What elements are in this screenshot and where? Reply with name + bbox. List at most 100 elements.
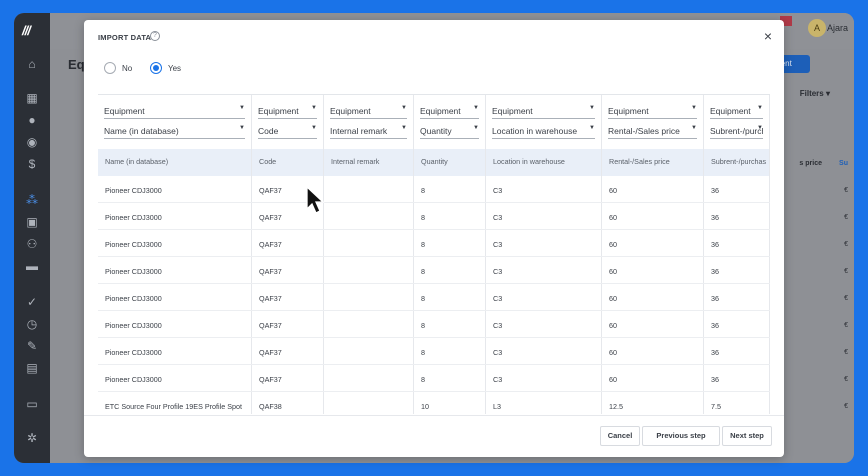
table-cell[interactable]: 8 xyxy=(421,348,425,357)
entity-select[interactable]: Equipment ▼ xyxy=(104,103,245,119)
entity-select[interactable]: Equipment ▼ xyxy=(330,103,407,119)
table-cell[interactable]: C3 xyxy=(493,267,502,276)
field-select[interactable]: Name (in database) ▼ xyxy=(104,123,245,139)
table-cell[interactable]: Pioneer CDJ3000 xyxy=(105,267,162,276)
table-cell[interactable]: C3 xyxy=(493,240,502,249)
field-select[interactable]: Code ▼ xyxy=(258,123,317,139)
table-cell[interactable]: Pioneer CDJ3000 xyxy=(105,321,162,330)
table-cell[interactable]: QAF37 xyxy=(259,294,282,303)
table-cell[interactable]: 60 xyxy=(609,348,617,357)
table-cell[interactable]: C3 xyxy=(493,375,502,384)
filters-button[interactable]: Filters ▾ xyxy=(800,89,830,98)
field-select[interactable]: Rental-/Sales price ▼ xyxy=(608,123,697,139)
gear-icon[interactable]: ✲ xyxy=(25,431,39,445)
table-cell[interactable]: Pioneer CDJ3000 xyxy=(105,294,162,303)
table-cell[interactable]: 36 xyxy=(711,213,719,222)
table-cell[interactable]: 8 xyxy=(421,321,425,330)
entity-select[interactable]: Equipment ▼ xyxy=(258,103,317,119)
table-cell[interactable]: 8 xyxy=(421,186,425,195)
table-cell[interactable]: 8 xyxy=(421,267,425,276)
table-cell[interactable]: QAF38 xyxy=(259,402,282,411)
table-cell[interactable]: QAF37 xyxy=(259,321,282,330)
message-icon[interactable]: ▭ xyxy=(25,397,39,411)
table-cell[interactable]: Pioneer CDJ3000 xyxy=(105,213,162,222)
field-select-value: Internal remark xyxy=(330,126,388,136)
entity-select[interactable]: Equipment ▼ xyxy=(492,103,595,119)
wrench-icon[interactable]: ✎ xyxy=(25,339,39,353)
table-cell[interactable]: 36 xyxy=(711,186,719,195)
table-row xyxy=(98,257,770,284)
chevron-down-icon: ▼ xyxy=(473,125,479,131)
radio-no-circle[interactable] xyxy=(104,62,116,74)
radio-no[interactable]: No xyxy=(104,62,132,74)
table-cell[interactable]: 8 xyxy=(421,375,425,384)
table-cell[interactable]: ETC Source Four Profile 19ES Profile Spo… xyxy=(105,402,242,411)
people-icon[interactable]: ⚇ xyxy=(25,237,39,251)
table-cell[interactable]: 60 xyxy=(609,186,617,195)
user-name[interactable]: Ajara xyxy=(827,23,848,33)
table-cell[interactable]: 36 xyxy=(711,375,719,384)
money-icon[interactable]: $ xyxy=(25,157,39,171)
contact-card-icon[interactable]: ▣ xyxy=(25,215,39,229)
previous-step-button[interactable]: Previous step xyxy=(642,426,720,446)
table-cell[interactable]: 8 xyxy=(421,213,425,222)
boxes-icon[interactable]: ⁂ xyxy=(25,193,39,207)
table-cell[interactable]: Pioneer CDJ3000 xyxy=(105,186,162,195)
table-cell[interactable]: L3 xyxy=(493,402,501,411)
field-select[interactable]: Subrent-/purch ▼ xyxy=(710,123,763,139)
cancel-button[interactable]: Cancel xyxy=(600,426,640,446)
field-select[interactable]: Location in warehouse ▼ xyxy=(492,123,595,139)
table-cell[interactable]: 36 xyxy=(711,348,719,357)
entity-select-value: Equipment xyxy=(710,106,751,116)
calendar-icon[interactable]: ▦ xyxy=(25,91,39,105)
table-cell[interactable]: Pioneer CDJ3000 xyxy=(105,375,162,384)
table-cell[interactable]: QAF37 xyxy=(259,348,282,357)
table-cell[interactable]: QAF37 xyxy=(259,375,282,384)
table-cell[interactable]: QAF37 xyxy=(259,267,282,276)
table-cell[interactable]: 60 xyxy=(609,267,617,276)
table-cell[interactable]: 36 xyxy=(711,321,719,330)
table-cell[interactable]: 12.5 xyxy=(609,402,623,411)
table-cell[interactable]: QAF37 xyxy=(259,240,282,249)
table-cell[interactable]: 60 xyxy=(609,321,617,330)
table-cell[interactable]: Pioneer CDJ3000 xyxy=(105,240,162,249)
table-cell[interactable]: Pioneer CDJ3000 xyxy=(105,348,162,357)
table-cell[interactable]: 60 xyxy=(609,375,617,384)
entity-select[interactable]: Equipment ▼ xyxy=(710,103,763,119)
field-select[interactable]: Quantity ▼ xyxy=(420,123,479,139)
chart-icon[interactable]: ▤ xyxy=(25,361,39,375)
warehouse-icon[interactable]: ⌂ xyxy=(25,57,39,71)
table-cell[interactable]: 36 xyxy=(711,240,719,249)
clock-icon[interactable]: ◷ xyxy=(25,317,39,331)
table-cell[interactable]: C3 xyxy=(493,213,502,222)
table-cell[interactable]: 10 xyxy=(421,402,429,411)
table-cell[interactable]: 8 xyxy=(421,240,425,249)
table-cell[interactable]: 36 xyxy=(711,267,719,276)
table-cell[interactable]: QAF37 xyxy=(259,186,282,195)
table-cell[interactable]: 60 xyxy=(609,213,617,222)
next-step-button[interactable]: Next step xyxy=(722,426,772,446)
clipboard-icon[interactable]: ✓ xyxy=(25,295,39,309)
radio-yes[interactable]: Yes xyxy=(150,62,181,74)
entity-select[interactable]: Equipment ▼ xyxy=(608,103,697,119)
table-cell[interactable]: 8 xyxy=(421,294,425,303)
table-cell[interactable]: QAF37 xyxy=(259,213,282,222)
table-cell[interactable]: 36 xyxy=(711,294,719,303)
radio-yes-circle[interactable] xyxy=(150,62,162,74)
field-select[interactable]: Internal remark ▼ xyxy=(330,123,407,139)
compass-icon[interactable]: ◉ xyxy=(25,135,39,149)
table-cell[interactable]: C3 xyxy=(493,321,502,330)
table-cell[interactable]: 7.5 xyxy=(711,402,721,411)
truck-icon[interactable]: ▬ xyxy=(25,259,39,273)
user-icon[interactable]: ● xyxy=(25,113,39,127)
entity-select[interactable]: Equipment ▼ xyxy=(420,103,479,119)
table-cell[interactable]: 60 xyxy=(609,240,617,249)
help-icon[interactable]: ? xyxy=(150,31,160,41)
table-cell[interactable]: C3 xyxy=(493,186,502,195)
entity-select-value: Equipment xyxy=(258,106,299,116)
close-icon[interactable]: × xyxy=(764,28,772,44)
table-cell[interactable]: C3 xyxy=(493,294,502,303)
table-cell[interactable]: C3 xyxy=(493,348,502,357)
table-cell[interactable]: 60 xyxy=(609,294,617,303)
avatar[interactable]: A xyxy=(808,19,826,37)
